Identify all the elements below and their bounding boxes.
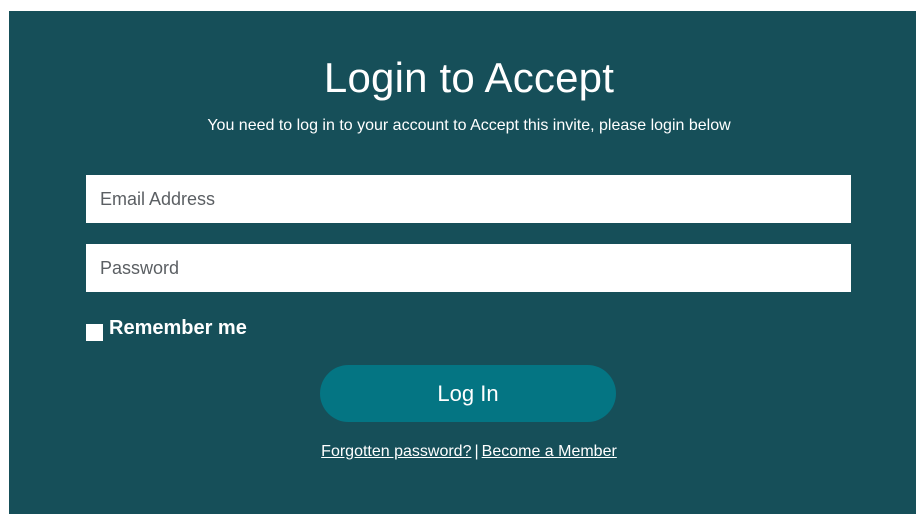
- email-field[interactable]: [86, 175, 851, 223]
- remember-me-label[interactable]: Remember me: [109, 316, 247, 340]
- login-instructions: You need to log in to your account to Ac…: [207, 117, 731, 134]
- become-member-link[interactable]: Become a Member: [482, 443, 617, 460]
- account-links: Forgotten password? | Become a Member: [9, 442, 916, 462]
- link-separator: |: [474, 443, 479, 460]
- password-field[interactable]: [86, 244, 851, 292]
- login-panel: Login to Accept You need to log in to yo…: [9, 11, 916, 514]
- page-title: Login to Accept: [323, 54, 615, 101]
- remember-me-checkbox[interactable]: [86, 324, 103, 341]
- login-button[interactable]: Log In: [320, 365, 616, 422]
- forgot-password-link[interactable]: Forgotten password?: [321, 443, 471, 460]
- remember-me-row: Remember me: [86, 316, 247, 341]
